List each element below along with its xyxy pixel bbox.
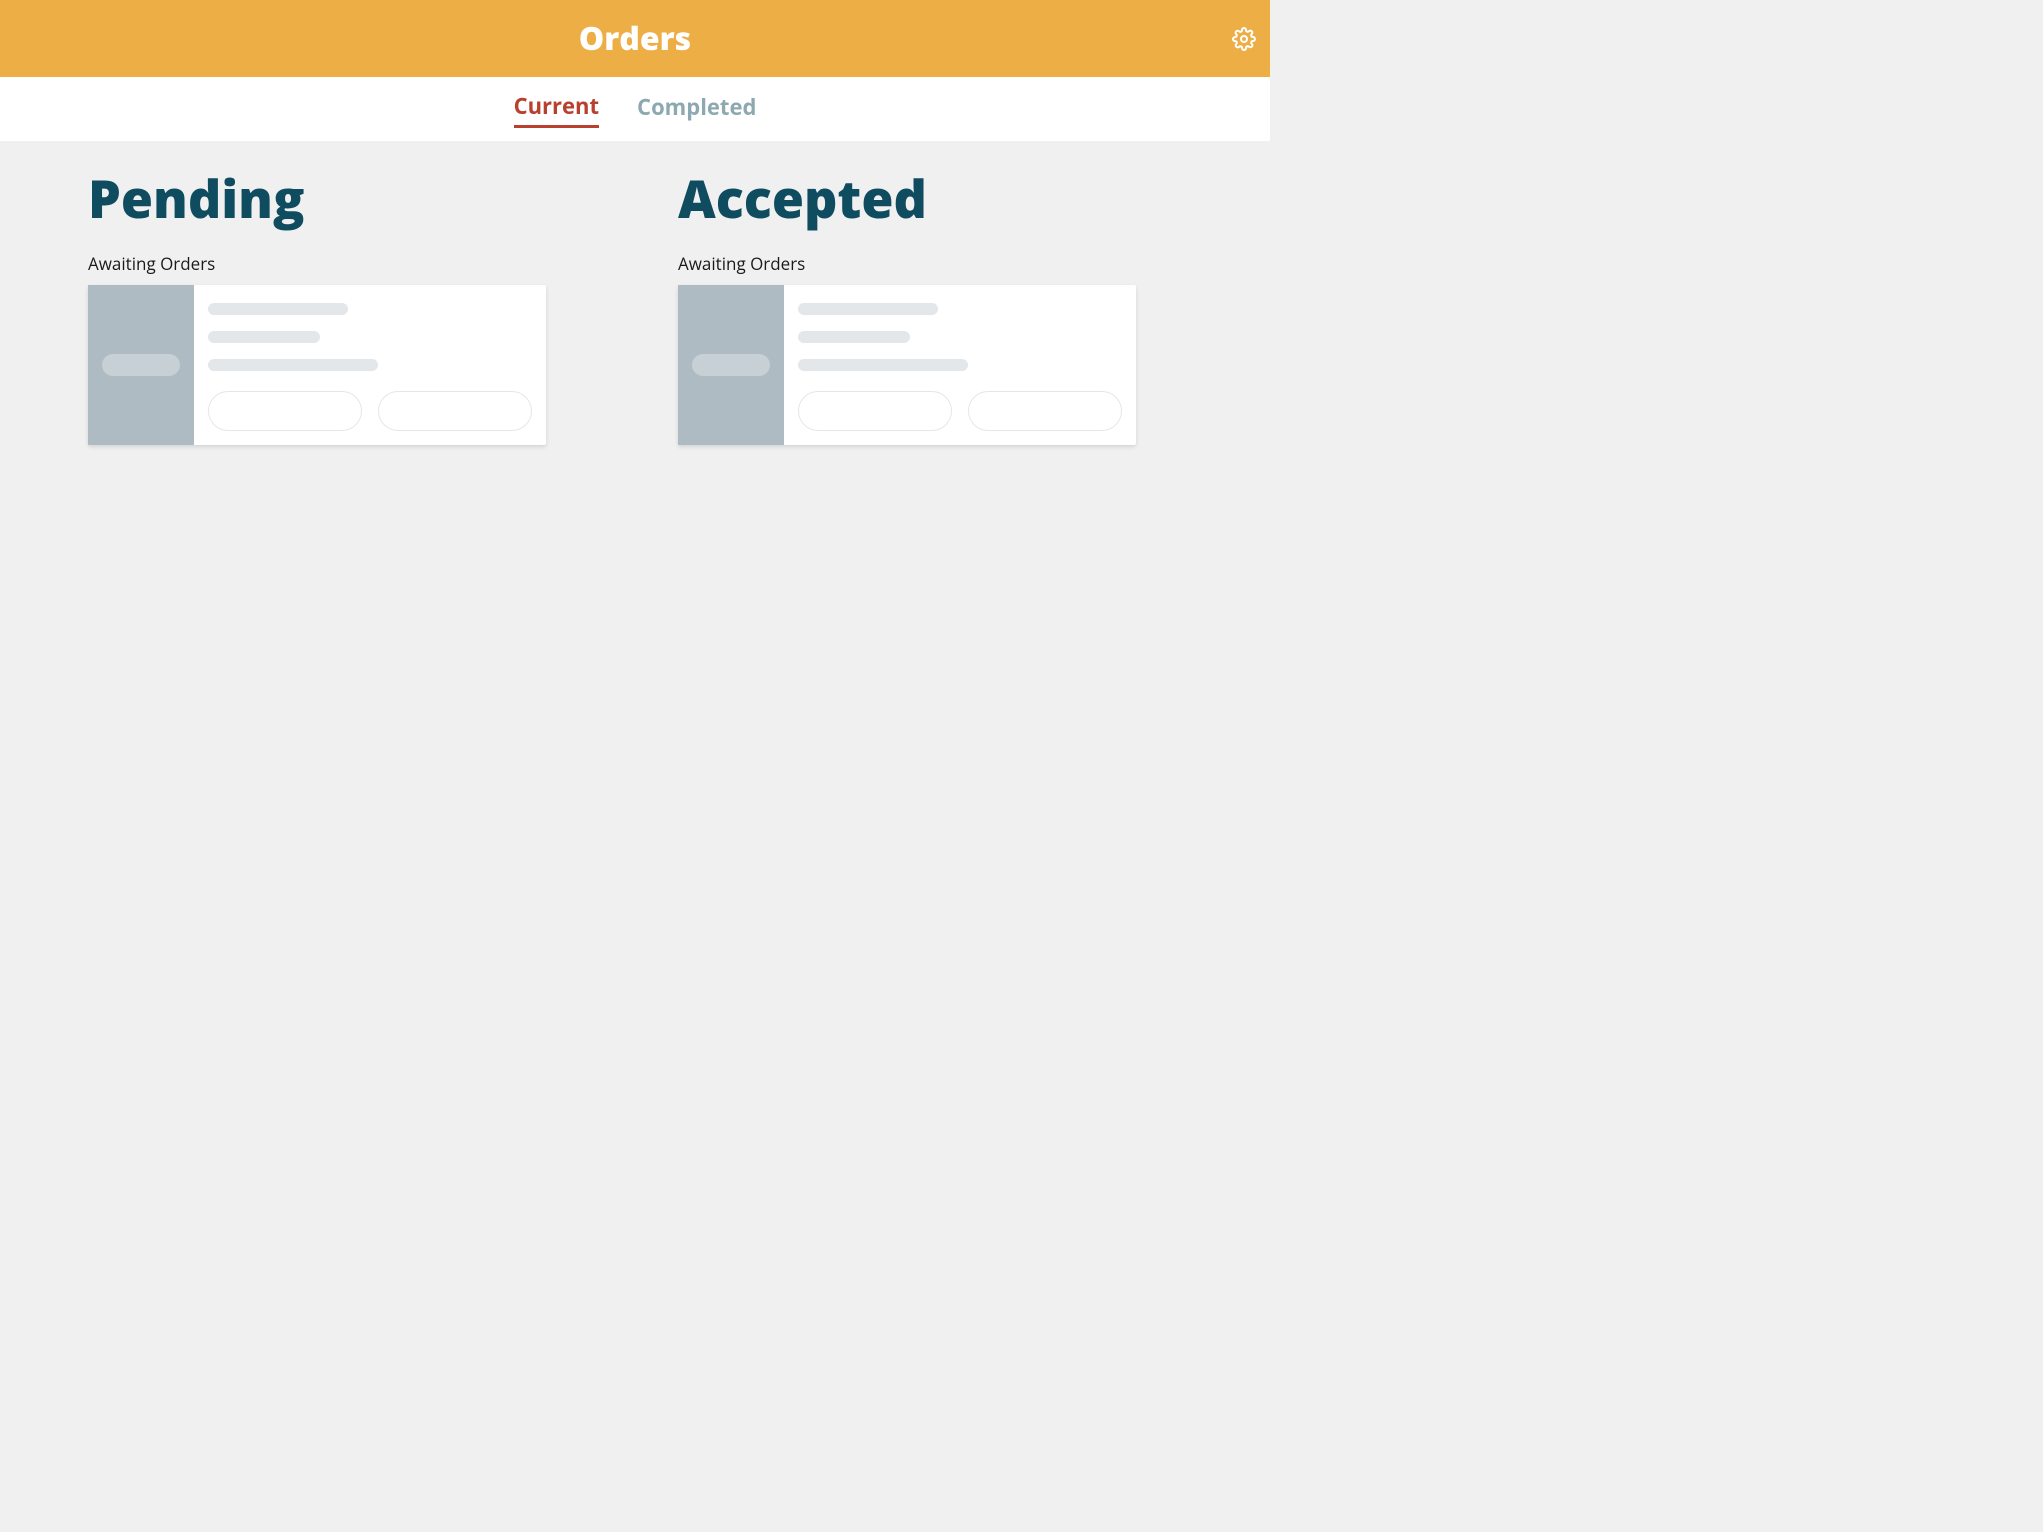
pending-column: Pending Awaiting Orders bbox=[88, 163, 588, 445]
pending-skeleton-card bbox=[88, 285, 546, 445]
skeleton-body bbox=[784, 285, 1136, 445]
accepted-subtitle: Awaiting Orders bbox=[678, 252, 1178, 275]
skeleton-actions bbox=[798, 391, 1122, 431]
skeleton-button bbox=[208, 391, 362, 431]
skeleton-button bbox=[968, 391, 1122, 431]
gear-icon bbox=[1232, 27, 1256, 51]
skeleton-line bbox=[798, 303, 938, 315]
skeleton-actions bbox=[208, 391, 532, 431]
skeleton-button bbox=[798, 391, 952, 431]
skeleton-line bbox=[798, 359, 968, 371]
skeleton-image-placeholder bbox=[88, 285, 194, 445]
settings-button[interactable] bbox=[1232, 27, 1256, 51]
skeleton-line bbox=[208, 359, 378, 371]
pending-title: Pending bbox=[88, 163, 588, 234]
skeleton-image-placeholder bbox=[678, 285, 784, 445]
page-header: Orders bbox=[0, 0, 1270, 77]
skeleton-badge bbox=[692, 354, 770, 376]
skeleton-line bbox=[798, 331, 910, 343]
accepted-skeleton-card bbox=[678, 285, 1136, 445]
skeleton-line bbox=[208, 303, 348, 315]
skeleton-line bbox=[208, 331, 320, 343]
content-area: Pending Awaiting Orders Accepted Awaitin… bbox=[0, 141, 1270, 467]
tabs-bar: Current Completed bbox=[0, 77, 1270, 141]
skeleton-button bbox=[378, 391, 532, 431]
skeleton-badge bbox=[102, 354, 180, 376]
pending-subtitle: Awaiting Orders bbox=[88, 252, 588, 275]
tab-current[interactable]: Current bbox=[514, 91, 599, 128]
skeleton-body bbox=[194, 285, 546, 445]
accepted-title: Accepted bbox=[678, 163, 1178, 234]
page-title: Orders bbox=[579, 17, 691, 60]
tab-completed[interactable]: Completed bbox=[637, 92, 756, 126]
accepted-column: Accepted Awaiting Orders bbox=[678, 163, 1178, 445]
